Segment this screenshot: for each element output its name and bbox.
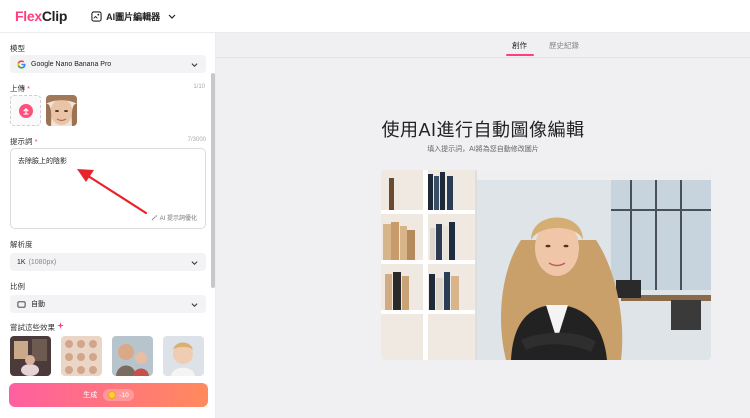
ratio-label: 比例 — [10, 282, 25, 291]
upload-button[interactable] — [10, 95, 41, 126]
active-tab-indicator — [506, 54, 534, 56]
upload-icon — [18, 103, 33, 118]
tab-bar: 創作 歷史紀錄 — [216, 33, 750, 58]
ratio-value: 自動 — [31, 301, 45, 308]
flexclip-logo[interactable]: Flex Clip — [15, 8, 67, 24]
chevron-down-icon — [191, 303, 198, 307]
chevron-down-icon — [191, 63, 198, 67]
effect-thumbnail[interactable] — [112, 336, 153, 376]
tab-create[interactable]: 創作 — [512, 40, 527, 51]
chevron-down-icon — [191, 261, 198, 265]
top-bar: Flex Clip AI圖片編輯器 — [0, 0, 750, 33]
magic-wand-icon — [151, 214, 158, 221]
effects-gallery — [10, 336, 206, 376]
resolution-detail: (1080px) — [28, 258, 57, 266]
panel-scrollbar[interactable] — [211, 73, 215, 288]
model-value: Google Nano Banana Pro — [31, 60, 112, 68]
generate-label: 生成 — [83, 392, 98, 399]
google-icon — [17, 59, 26, 69]
upload-label: 上傳 * — [10, 84, 31, 93]
uploaded-image-thumbnail[interactable] — [46, 95, 77, 126]
tab-history[interactable]: 歷史紀錄 — [549, 40, 579, 51]
main-area: 創作 歷史紀錄 使用AI進行自動圖像編輯 填入提示詞，AI將為您自動修改圖片 — [216, 33, 750, 418]
generate-button[interactable]: 生成 -10 — [9, 383, 208, 407]
effects-label: 嘗試這些效果 — [10, 322, 65, 333]
effect-thumbnail[interactable] — [61, 336, 102, 376]
effect-thumbnail[interactable] — [10, 336, 51, 376]
effect-thumbnail[interactable] — [163, 336, 204, 376]
prompt-text: 去除臉上的陰影 — [18, 158, 67, 165]
prompt-input[interactable]: 去除臉上的陰影 AI 提示詞優化 — [10, 148, 206, 229]
model-label: 模型 — [10, 44, 25, 53]
image-edit-icon — [91, 10, 102, 22]
aspect-ratio-icon — [17, 300, 26, 308]
resolution-value: 1K — [17, 258, 26, 266]
demo-image — [381, 170, 711, 360]
prompt-optimize-button[interactable]: AI 提示詞優化 — [151, 213, 197, 222]
upload-counter: 1/10 — [193, 84, 205, 90]
resolution-label: 解析度 — [10, 240, 33, 249]
tool-switcher[interactable]: AI圖片編輯器 — [91, 10, 176, 23]
resolution-select[interactable]: 1K (1080px) — [10, 253, 206, 271]
coin-icon — [108, 391, 117, 399]
page-title: 使用AI進行自動圖像編輯 — [381, 120, 585, 140]
prompt-counter: 7/3000 — [187, 137, 206, 143]
credit-cost: -10 — [103, 389, 134, 401]
model-select[interactable]: Google Nano Banana Pro — [10, 55, 206, 73]
chevron-down-icon — [168, 14, 176, 19]
tool-name: AI圖片編輯器 — [106, 11, 161, 22]
page-subtitle: 填入提示詞，AI將為您自動修改圖片 — [427, 146, 539, 153]
prompt-label: 提示詞 * — [10, 137, 38, 146]
ratio-select[interactable]: 自動 — [10, 295, 206, 313]
sparkle-icon — [57, 322, 65, 329]
